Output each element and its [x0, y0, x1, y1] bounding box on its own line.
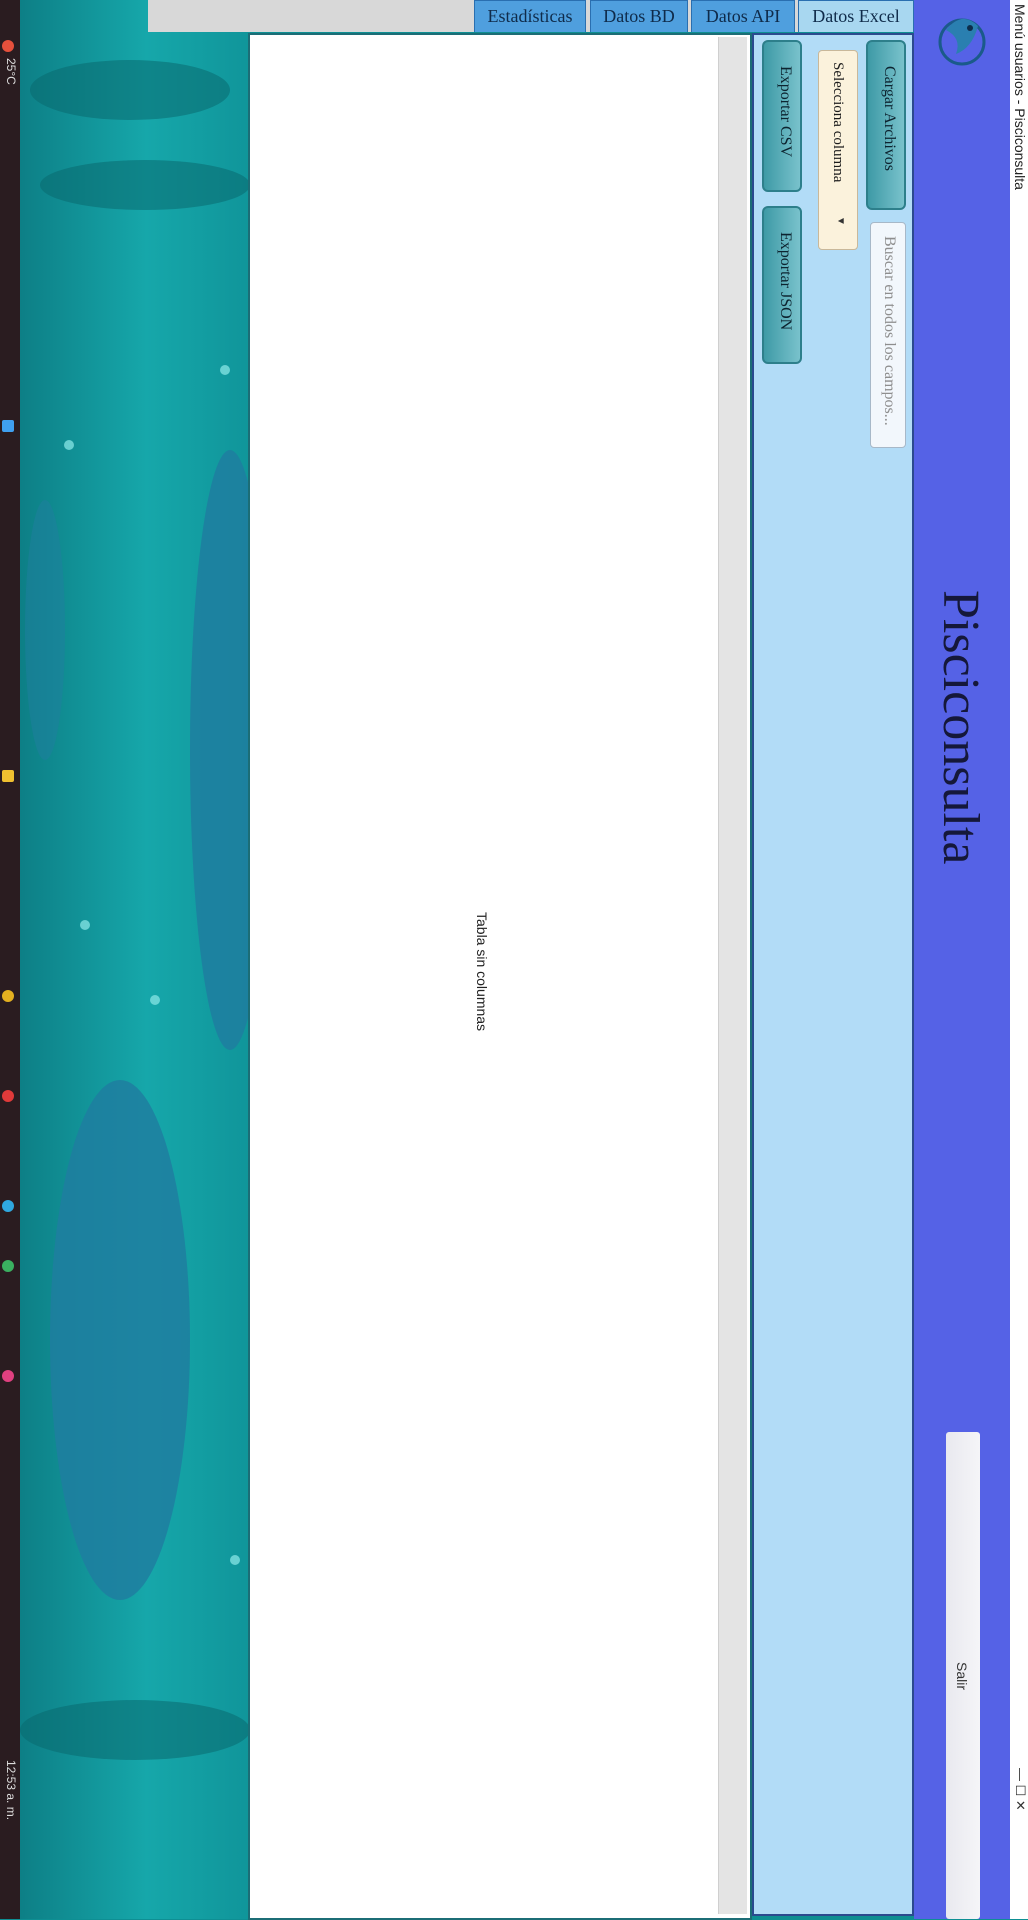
fish-decoration: [25, 500, 65, 760]
bubble-decoration: [80, 920, 90, 930]
bubble-decoration: [220, 365, 230, 375]
windows-start-icon[interactable]: [2, 420, 14, 432]
bubble-decoration: [64, 440, 74, 450]
file-explorer-icon[interactable]: [2, 770, 14, 782]
tab-datos-bd[interactable]: Datos BD: [590, 0, 688, 32]
load-files-label: Cargar Archivos: [881, 66, 898, 172]
window-controls[interactable]: — ☐ ✕: [1012, 1768, 1028, 1811]
fish-decoration: [190, 450, 250, 1050]
data-table: [248, 33, 752, 1920]
fish-decoration: [50, 1080, 190, 1600]
exit-button-label: Salir: [954, 1662, 970, 1691]
table-empty-message: Tabla sin columnas: [474, 912, 490, 1032]
bubble-decoration: [230, 1555, 240, 1565]
search-placeholder: Buscar en todos los campos...: [881, 236, 898, 426]
table-scrollbar[interactable]: [718, 37, 747, 1914]
export-csv-label: Exportar CSV: [777, 66, 794, 158]
export-json-button[interactable]: Exportar JSON: [762, 206, 802, 364]
clock-text: 12:53 a. m.: [4, 1760, 18, 1821]
chrome-icon[interactable]: [2, 990, 14, 1002]
load-files-button[interactable]: Cargar Archivos: [866, 40, 906, 210]
app-icon[interactable]: [2, 1260, 14, 1272]
app-icon[interactable]: [2, 1090, 14, 1102]
export-json-label: Exportar JSON: [777, 232, 794, 331]
window-title-bar: [1010, 0, 1028, 1919]
weather-icon[interactable]: [2, 40, 14, 52]
tab-bar: Estadísticas Datos BD Datos API Datos Ex…: [148, 0, 914, 32]
tab-estadisticas[interactable]: Estadísticas: [474, 0, 586, 32]
column-select-label: Selecciona columna: [830, 62, 846, 183]
app-icon[interactable]: [2, 1200, 14, 1212]
bubble-decoration: [150, 995, 160, 1005]
tab-datos-api[interactable]: Datos API: [691, 0, 795, 32]
os-taskbar: 25°C 12:53 a. m.: [0, 0, 20, 1919]
window-title: Menú usuarios - Pisciconsulta: [1012, 4, 1028, 190]
app-icon[interactable]: [2, 1370, 14, 1382]
aquarium-background: [20, 0, 250, 1919]
fish-logo-icon: [938, 18, 986, 66]
tab-datos-excel[interactable]: Datos Excel: [798, 0, 914, 32]
export-csv-button[interactable]: Exportar CSV: [762, 40, 802, 192]
app-title: Pisciconsulta: [932, 590, 989, 865]
chevron-down-icon: ▼: [835, 216, 846, 226]
leaf-decoration: [40, 160, 250, 210]
leaf-decoration: [20, 1700, 250, 1760]
leaf-decoration: [30, 60, 230, 120]
temperature-text: 25°C: [4, 58, 18, 85]
